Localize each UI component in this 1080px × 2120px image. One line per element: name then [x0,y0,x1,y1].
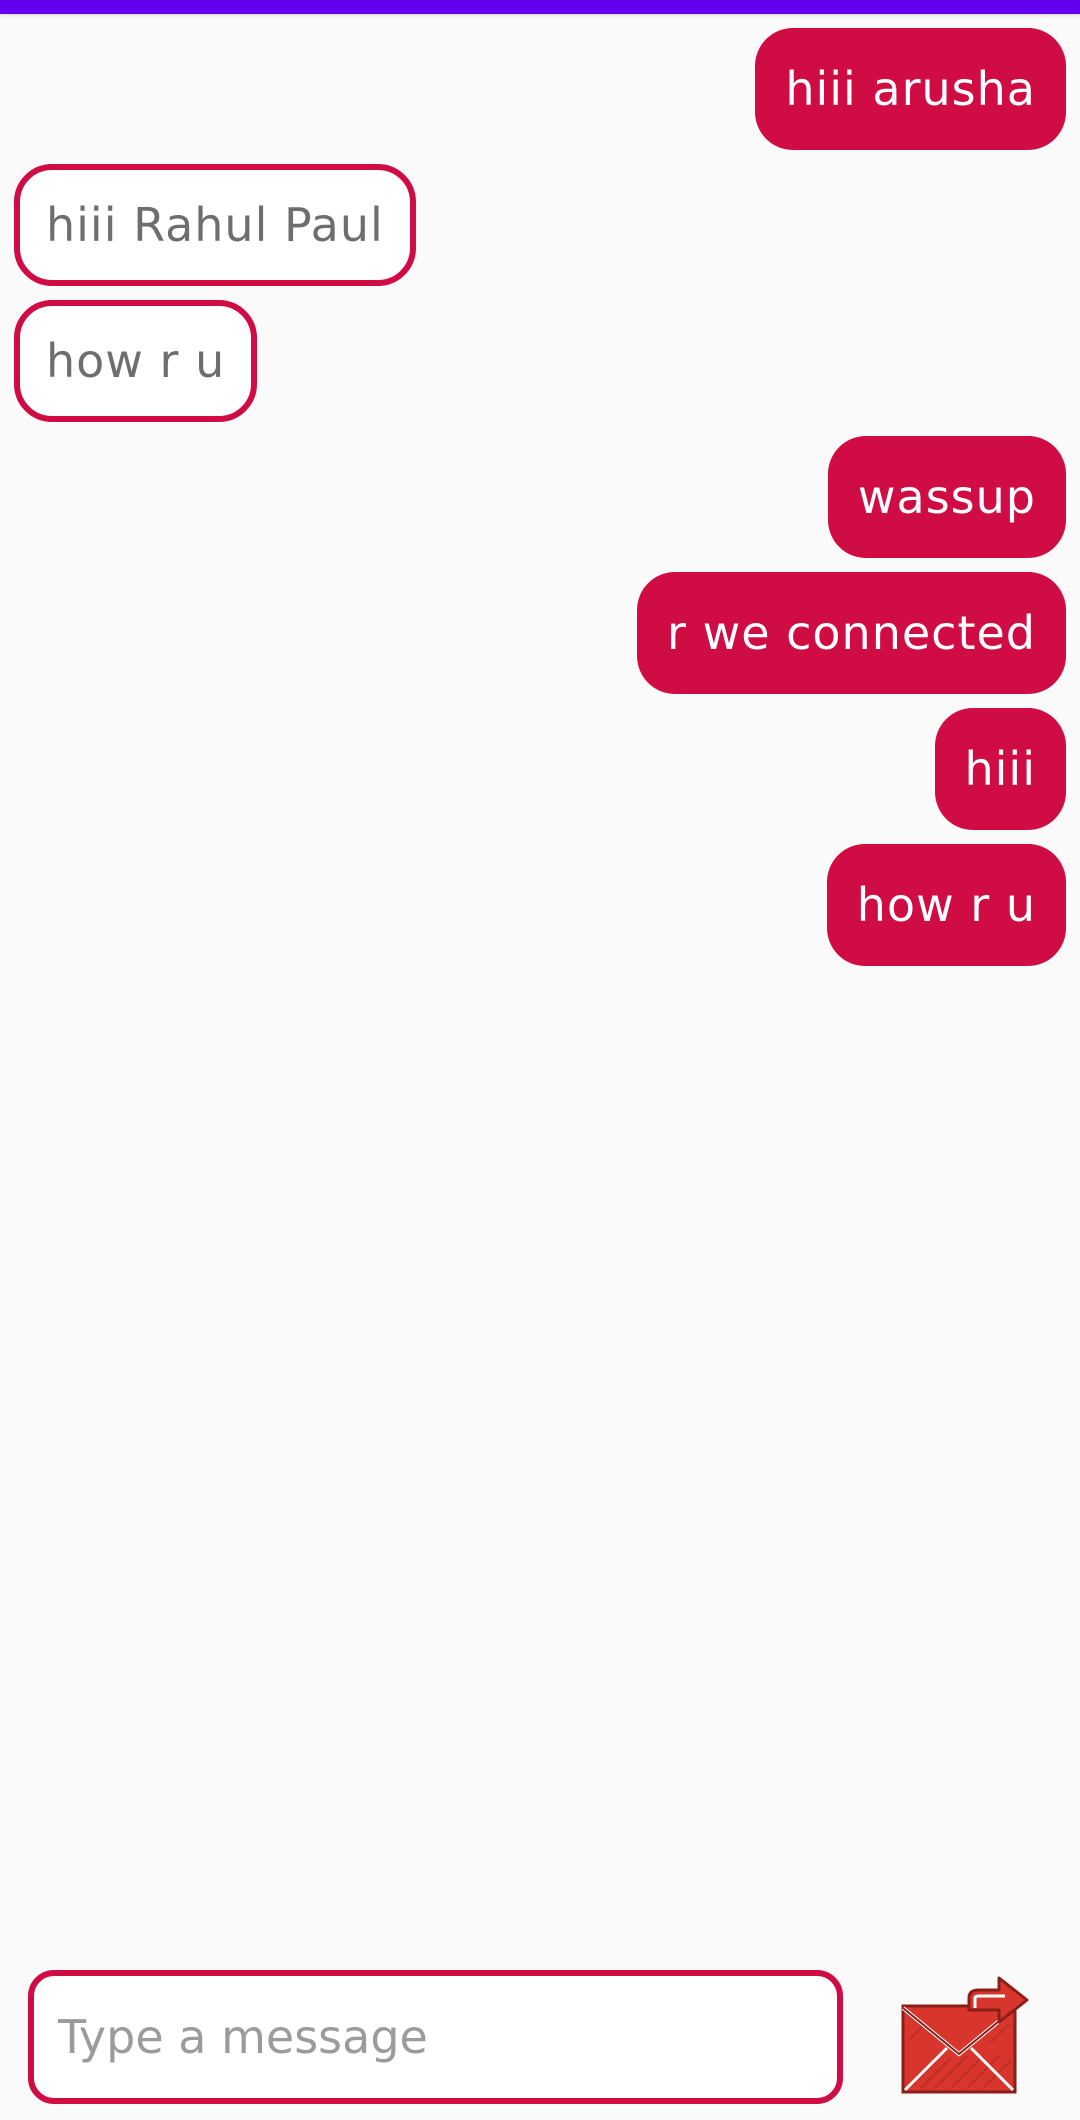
message-text: wassup [857,470,1036,524]
message-bubble-sent[interactable]: wassup [827,436,1066,558]
message-bubble-received[interactable]: how r u [14,300,258,422]
envelope-send-icon [901,1976,1029,2094]
chat-screen: hiii arusha hiii Rahul Paul how r u wass… [0,0,1080,2120]
message-input[interactable] [56,2009,815,2065]
message-bubble-sent[interactable]: hiii arusha [755,28,1066,150]
message-text: how r u [46,334,226,388]
message-text: how r u [856,878,1036,932]
message-bubble-sent[interactable]: r we connected [637,572,1066,694]
message-text: hiii arusha [785,62,1036,116]
message-input-box[interactable] [28,1970,843,2104]
send-button[interactable] [895,1970,1035,2104]
status-bar [0,0,1080,14]
message-bubble-sent[interactable]: hiii [934,708,1066,830]
message-list[interactable]: hiii arusha hiii Rahul Paul how r u wass… [0,14,1080,1954]
message-text: hiii [964,742,1036,796]
message-text: hiii Rahul Paul [46,198,384,252]
message-text: r we connected [667,606,1036,660]
message-bubble-received[interactable]: hiii Rahul Paul [14,164,416,286]
message-bubble-sent[interactable]: how r u [826,844,1066,966]
